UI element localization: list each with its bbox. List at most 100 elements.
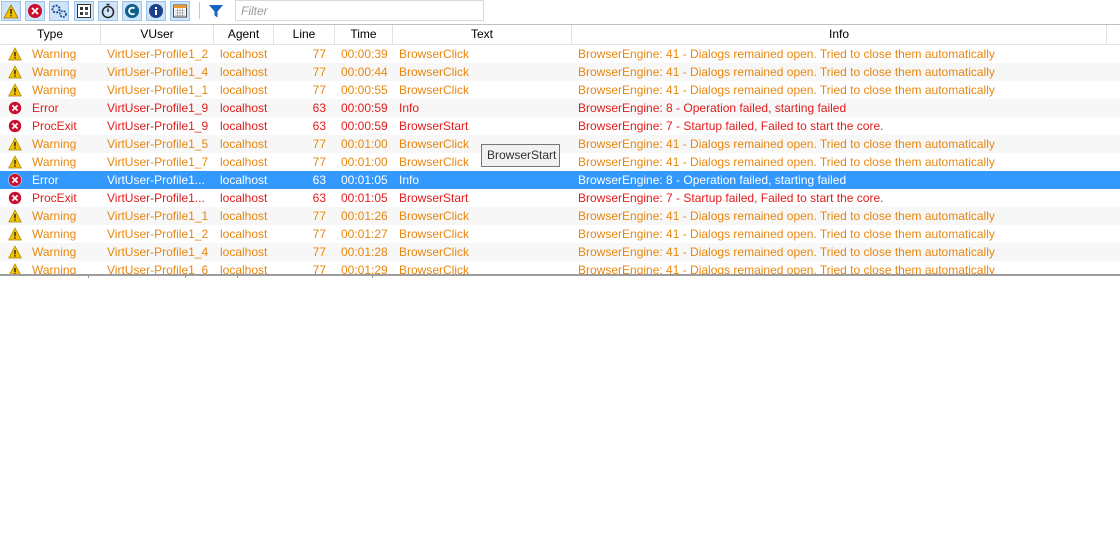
cell-vuser: VirtUser-Profile1_1 bbox=[107, 83, 209, 97]
table-row[interactable]: Error VirtUser-Profile1_9 localhost 63 00:00… bbox=[0, 99, 1120, 117]
table-row[interactable]: Warning VirtUser-Profile1_1 localhost 77 00:… bbox=[0, 207, 1120, 225]
c-filter-button[interactable] bbox=[122, 1, 142, 21]
cell-vuser: VirtUser-Profile1_4 bbox=[107, 245, 209, 259]
warning-icon bbox=[8, 209, 22, 223]
cell-type: Warning bbox=[32, 137, 77, 151]
cell-info: BrowserEngine: 41 - Dialogs remained ope… bbox=[578, 209, 995, 223]
log-grid: Type VUser Agent Line Time Text Info War… bbox=[0, 24, 1120, 276]
cell-time: 00:01:26 bbox=[341, 209, 388, 223]
column-header-time[interactable]: Time bbox=[335, 25, 393, 44]
cell-info: BrowserEngine: 41 - Dialogs remained ope… bbox=[578, 83, 995, 97]
cell-line: 77 bbox=[312, 155, 326, 169]
table-row[interactable]: Error VirtUser-Profile1... localhost 63 00:0… bbox=[0, 171, 1120, 189]
warning-icon bbox=[8, 227, 22, 241]
warning-filter-button[interactable] bbox=[1, 1, 21, 21]
cell-text: BrowserStart bbox=[399, 191, 469, 205]
cell-line: 77 bbox=[312, 47, 326, 61]
cell-time: 00:00:55 bbox=[341, 83, 388, 97]
error-filter-icon bbox=[28, 4, 42, 18]
cell-info: BrowserEngine: 7 - Startup failed, Faile… bbox=[578, 191, 884, 205]
cell-info: BrowserEngine: 41 - Dialogs remained ope… bbox=[578, 47, 995, 61]
cell-time: 00:01:05 bbox=[341, 191, 388, 205]
calendar-filter-button[interactable] bbox=[170, 1, 190, 21]
error-icon bbox=[8, 173, 22, 187]
column-header-agent[interactable]: Agent bbox=[214, 25, 274, 44]
divider-tick bbox=[185, 274, 186, 278]
table-row[interactable]: Warning VirtUser-Profile1_5 localhost 77 00:… bbox=[0, 135, 1120, 153]
cell-vuser: VirtUser-Profile1... bbox=[107, 191, 205, 205]
cell-time: 00:00:59 bbox=[341, 119, 388, 133]
funnel-icon bbox=[209, 5, 223, 18]
cell-agent: localhost bbox=[220, 227, 268, 241]
settings-filter-button[interactable] bbox=[49, 1, 69, 21]
grid-filter-icon bbox=[77, 4, 91, 18]
toolbar: Filter bbox=[0, 0, 1120, 22]
cell-type: ProcExit bbox=[32, 119, 77, 133]
c-filter-icon bbox=[125, 4, 139, 18]
cell-info: BrowserEngine: 7 - Startup failed, Faile… bbox=[578, 119, 884, 133]
grid-filter-button[interactable] bbox=[74, 1, 94, 21]
divider-tick bbox=[372, 274, 373, 278]
divider-tick bbox=[88, 274, 89, 278]
column-header-line[interactable]: Line bbox=[274, 25, 335, 44]
column-header-info[interactable]: Info bbox=[572, 25, 1107, 44]
filter-input[interactable]: Filter bbox=[235, 0, 484, 21]
cell-info: BrowserEngine: 41 - Dialogs remained ope… bbox=[578, 227, 995, 241]
warning-icon bbox=[8, 83, 22, 97]
calendar-filter-icon bbox=[173, 4, 187, 18]
cell-info: BrowserEngine: 41 - Dialogs remained ope… bbox=[578, 65, 995, 79]
cell-type: Warning bbox=[32, 227, 77, 241]
cell-text: BrowserStart bbox=[399, 119, 469, 133]
table-row[interactable]: Warning VirtUser-Profile1_4 localhost 77 00:… bbox=[0, 63, 1120, 81]
grid-header: Type VUser Agent Line Time Text Info bbox=[0, 25, 1120, 45]
cell-vuser: VirtUser-Profile1_9 bbox=[107, 101, 209, 115]
cell-info: BrowserEngine: 8 - Operation failed, sta… bbox=[578, 173, 847, 187]
cell-text: Info bbox=[399, 101, 420, 115]
cell-text: Info bbox=[399, 173, 420, 187]
table-row[interactable]: ProcExit VirtUser-Profile1... localhost 63 0… bbox=[0, 189, 1120, 207]
cell-line: 77 bbox=[312, 137, 326, 151]
cell-time: 00:01:00 bbox=[341, 137, 388, 151]
tooltip: BrowserStart bbox=[481, 144, 560, 167]
cell-vuser: VirtUser-Profile1... bbox=[107, 173, 205, 187]
cell-agent: localhost bbox=[220, 47, 268, 61]
table-row[interactable]: ProcExit VirtUser-Profile1_9 localhost 63 00… bbox=[0, 117, 1120, 135]
column-header-type[interactable]: Type bbox=[0, 25, 101, 44]
table-row[interactable]: Warning VirtUser-Profile1_4 localhost 77 00:… bbox=[0, 243, 1120, 261]
cell-line: 77 bbox=[312, 227, 326, 241]
cell-text: BrowserClick bbox=[399, 227, 470, 241]
warning-icon bbox=[8, 155, 22, 169]
cell-text: BrowserClick bbox=[399, 65, 470, 79]
error-icon bbox=[8, 191, 22, 205]
table-row[interactable]: Warning VirtUser-Profile1_7 localhost 77 00:… bbox=[0, 153, 1120, 171]
timer-filter-button[interactable] bbox=[98, 1, 118, 21]
cell-type: Warning bbox=[32, 209, 77, 223]
error-icon bbox=[8, 119, 22, 133]
cell-line: 63 bbox=[312, 101, 326, 115]
cell-vuser: VirtUser-Profile1_7 bbox=[107, 155, 209, 169]
cell-type: Warning bbox=[32, 47, 77, 61]
column-header-vuser[interactable]: VUser bbox=[101, 25, 214, 44]
cell-line: 63 bbox=[312, 191, 326, 205]
cell-type: Warning bbox=[32, 83, 77, 97]
cell-line: 77 bbox=[312, 245, 326, 259]
cell-info: BrowserEngine: 41 - Dialogs remained ope… bbox=[578, 245, 995, 259]
cell-text: BrowserClick bbox=[399, 83, 470, 97]
error-filter-button[interactable] bbox=[25, 1, 45, 21]
table-row[interactable]: Warning VirtUser-Profile1_2 localhost 77 00:… bbox=[0, 45, 1120, 63]
cell-line: 63 bbox=[312, 173, 326, 187]
cell-type: Warning bbox=[32, 245, 77, 259]
cell-text: BrowserClick bbox=[399, 47, 470, 61]
cell-vuser: VirtUser-Profile1_5 bbox=[107, 137, 209, 151]
info-filter-button[interactable] bbox=[146, 1, 166, 21]
table-row[interactable]: Warning VirtUser-Profile1_2 localhost 77 00:… bbox=[0, 225, 1120, 243]
table-row[interactable]: Warning VirtUser-Profile1_1 localhost 77 00:… bbox=[0, 81, 1120, 99]
toolbar-separator bbox=[199, 2, 200, 19]
cell-agent: localhost bbox=[220, 245, 268, 259]
column-header-text[interactable]: Text bbox=[393, 25, 572, 44]
cell-agent: localhost bbox=[220, 155, 268, 169]
cell-line: 77 bbox=[312, 65, 326, 79]
cell-agent: localhost bbox=[220, 173, 268, 187]
cell-time: 00:01:00 bbox=[341, 155, 388, 169]
filter-toggle-button[interactable] bbox=[206, 1, 226, 21]
